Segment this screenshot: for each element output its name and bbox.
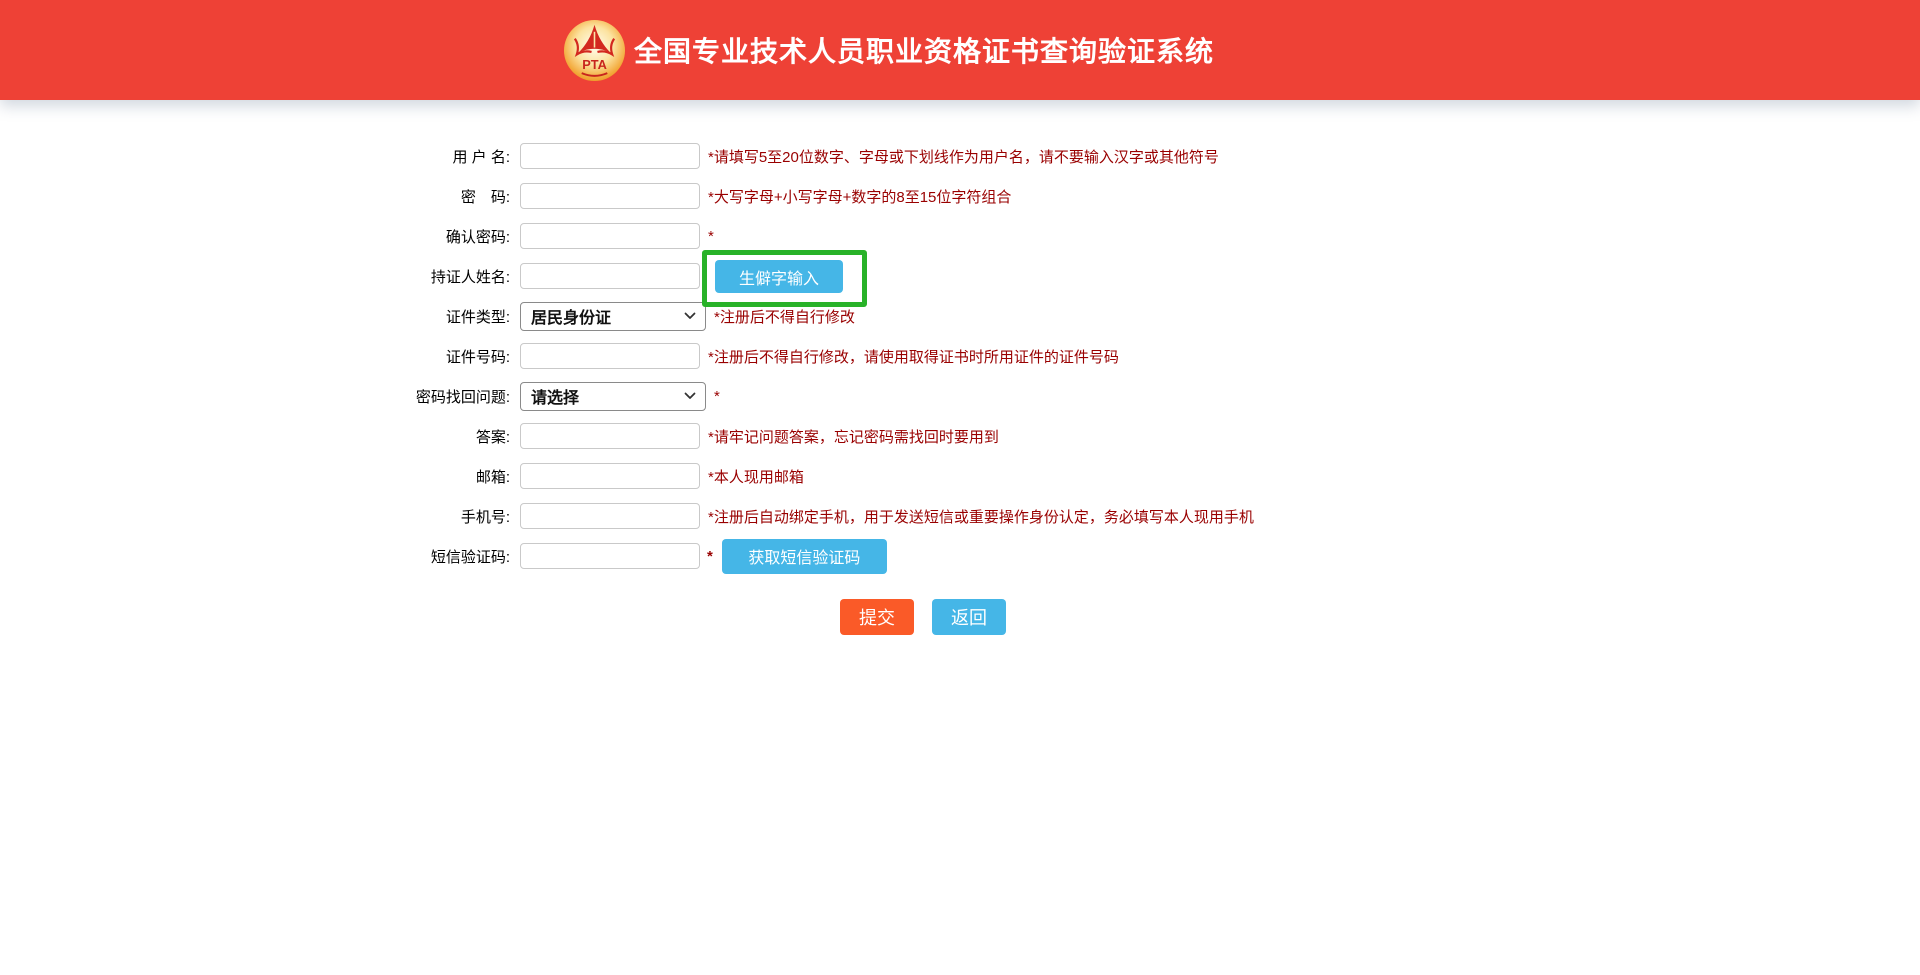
page-header: PTA 全国专业技术人员职业资格证书查询验证系统 xyxy=(0,0,1920,100)
highlight-box: 生僻字输入 xyxy=(702,250,867,307)
confirm-password-label: 确认密码: xyxy=(320,226,520,247)
id-number-input[interactable] xyxy=(520,343,700,369)
email-label: 邮箱: xyxy=(320,466,520,487)
form-row-email: 邮箱: *本人现用邮箱 xyxy=(320,463,1920,489)
mobile-label: 手机号: xyxy=(320,506,520,527)
id-type-hint: *注册后不得自行修改 xyxy=(714,306,855,327)
form-row-holder-name: 持证人姓名: 生僻字输入 xyxy=(320,263,1920,289)
confirm-password-hint: * xyxy=(708,228,714,245)
page-title: 全国专业技术人员职业资格证书查询验证系统 xyxy=(634,30,1214,70)
answer-label: 答案: xyxy=(320,426,520,447)
get-sms-code-button[interactable]: 获取短信验证码 xyxy=(722,539,887,574)
chevron-down-icon xyxy=(684,387,696,405)
sms-code-required-star: * xyxy=(707,548,713,565)
id-type-label: 证件类型: xyxy=(320,306,520,327)
chevron-down-icon xyxy=(684,307,696,325)
form-row-confirm-password: 确认密码: * xyxy=(320,223,1920,249)
username-hint: *请填写5至20位数字、字母或下划线作为用户名，请不要输入汉字或其他符号 xyxy=(708,146,1219,167)
email-field[interactable] xyxy=(520,463,700,489)
username-input[interactable] xyxy=(520,143,700,169)
username-label: 用 户 名: xyxy=(320,146,520,167)
form-row-sms-code: 短信验证码: * 获取短信验证码 xyxy=(320,543,1920,569)
pta-logo-icon: PTA xyxy=(563,19,626,82)
confirm-password-input[interactable] xyxy=(520,223,700,249)
form-row-id-number: 证件号码: *注册后不得自行修改，请使用取得证书时所用证件的证件号码 xyxy=(320,343,1920,369)
form-row-username: 用 户 名: *请填写5至20位数字、字母或下划线作为用户名，请不要输入汉字或其… xyxy=(320,143,1920,169)
rare-character-input-button[interactable]: 生僻字输入 xyxy=(715,260,843,293)
recovery-question-hint: * xyxy=(714,388,720,405)
holder-name-label: 持证人姓名: xyxy=(320,266,520,287)
answer-hint: *请牢记问题答案，忘记密码需找回时要用到 xyxy=(708,426,999,447)
id-number-hint: *注册后不得自行修改，请使用取得证书时所用证件的证件号码 xyxy=(708,346,1119,367)
id-number-label: 证件号码: xyxy=(320,346,520,367)
form-actions: 提交 返回 xyxy=(840,599,1920,635)
registration-form: 用 户 名: *请填写5至20位数字、字母或下划线作为用户名，请不要输入汉字或其… xyxy=(320,143,1920,635)
mobile-hint: *注册后自动绑定手机，用于发送短信或重要操作身份认定，务必填写本人现用手机 xyxy=(708,506,1254,527)
password-input[interactable] xyxy=(520,183,700,209)
form-row-password: 密 码: *大写字母+小写字母+数字的8至15位字符组合 xyxy=(320,183,1920,209)
form-row-answer: 答案: *请牢记问题答案，忘记密码需找回时要用到 xyxy=(320,423,1920,449)
email-hint: *本人现用邮箱 xyxy=(708,466,804,487)
sms-code-input[interactable] xyxy=(520,543,700,569)
form-row-mobile: 手机号: *注册后自动绑定手机，用于发送短信或重要操作身份认定，务必填写本人现用… xyxy=(320,503,1920,529)
recovery-question-selected-value: 请选择 xyxy=(531,384,579,408)
submit-button[interactable]: 提交 xyxy=(840,599,914,635)
recovery-question-select[interactable]: 请选择 xyxy=(520,382,706,411)
form-row-recovery-question: 密码找回问题: 请选择 * xyxy=(320,383,1920,409)
id-type-select[interactable]: 居民身份证 xyxy=(520,302,706,331)
answer-input[interactable] xyxy=(520,423,700,449)
sms-code-label: 短信验证码: xyxy=(320,546,520,567)
password-label: 密 码: xyxy=(320,186,520,207)
holder-name-input[interactable] xyxy=(520,263,700,289)
form-row-id-type: 证件类型: 居民身份证 *注册后不得自行修改 xyxy=(320,303,1920,329)
id-type-selected-value: 居民身份证 xyxy=(531,304,611,328)
recovery-question-label: 密码找回问题: xyxy=(320,386,520,407)
password-hint: *大写字母+小写字母+数字的8至15位字符组合 xyxy=(708,186,1011,207)
back-button[interactable]: 返回 xyxy=(932,599,1006,635)
logo-text: PTA xyxy=(582,57,607,72)
mobile-input[interactable] xyxy=(520,503,700,529)
